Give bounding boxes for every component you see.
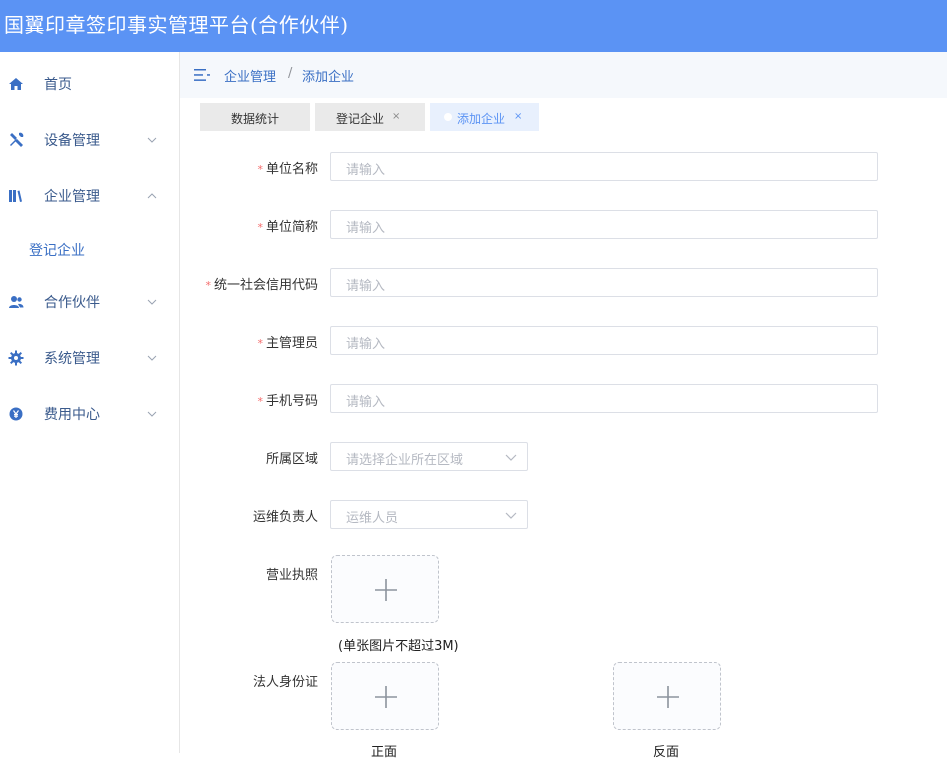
chevron-down-icon xyxy=(147,411,157,417)
gear-icon xyxy=(8,350,24,366)
sidebar-subitem-register[interactable]: 登记企业 xyxy=(0,232,179,268)
chevron-down-icon xyxy=(505,512,517,519)
plus-icon xyxy=(657,686,679,708)
tab-data-stats[interactable]: 数据统计 xyxy=(200,103,310,131)
breadcrumb-parent[interactable]: 企业管理 xyxy=(224,66,276,85)
tab-label: 登记企业 xyxy=(336,112,385,126)
book-icon xyxy=(9,190,22,202)
sidebar-item-label: 费用中心 xyxy=(44,407,100,423)
input-placeholder: 请输入 xyxy=(346,337,386,352)
admin-input[interactable]: 请输入 xyxy=(330,326,878,355)
id-card-back-caption: 反面 xyxy=(653,745,680,760)
unit-name-input[interactable]: 请输入 xyxy=(330,152,878,181)
sidebar-item-enterprise[interactable]: 企业管理 xyxy=(0,176,179,216)
sidebar-item-home[interactable]: 首页 xyxy=(0,64,179,104)
sidebar-subitem-label: 登记企业 xyxy=(29,243,85,259)
sidebar-item-label: 合作伙伴 xyxy=(44,295,100,311)
license-upload[interactable] xyxy=(331,555,439,623)
sidebar-item-devices[interactable]: 设备管理 xyxy=(0,120,179,160)
chevron-down-icon xyxy=(147,355,157,361)
chevron-down-icon xyxy=(505,454,517,461)
tab-label: 数据统计 xyxy=(231,112,280,126)
yen-icon xyxy=(9,407,23,421)
breadcrumb-separator: / xyxy=(288,66,293,81)
credit-code-input[interactable]: 请输入 xyxy=(330,268,878,297)
sidebar-item-partners[interactable]: 合作伙伴 xyxy=(0,282,179,322)
plus-icon xyxy=(375,579,397,601)
active-dot-icon xyxy=(444,113,452,121)
sidebar-item-billing[interactable]: 费用中心 xyxy=(0,394,179,434)
upload-size-note: (单张图片不超过3M) xyxy=(338,639,459,654)
top-header-bar: 国翼印章签印事实管理平台(合作伙伴) xyxy=(0,0,947,52)
sidebar-item-system[interactable]: 系统管理 xyxy=(0,338,179,378)
tab-add-enterprise[interactable]: 添加企业 × xyxy=(430,103,539,131)
id-card-label: 法人身份证 xyxy=(252,675,318,690)
select-placeholder: 运维人员 xyxy=(346,511,399,526)
unit-short-label: * 单位简称 xyxy=(257,220,318,235)
input-placeholder: 请输入 xyxy=(346,221,386,236)
plus-icon xyxy=(375,686,397,708)
input-placeholder: 请输入 xyxy=(346,395,386,410)
region-label: 所属区域 xyxy=(265,452,318,467)
ops-owner-label: 运维负责人 xyxy=(252,510,318,525)
users-icon xyxy=(9,296,24,308)
region-select[interactable]: 请选择企业所在区域 xyxy=(330,442,528,471)
tab-label: 添加企业 xyxy=(457,112,506,126)
chevron-down-icon xyxy=(147,299,157,305)
phone-input[interactable]: 请输入 xyxy=(330,384,878,413)
sidebar-item-label: 设备管理 xyxy=(44,133,100,149)
credit-code-label: * 统一社会信用代码 xyxy=(205,278,318,293)
sidebar-item-label: 企业管理 xyxy=(44,189,100,205)
input-placeholder: 请输入 xyxy=(346,279,386,294)
input-placeholder: 请输入 xyxy=(346,163,386,178)
tab-close-icon[interactable]: × xyxy=(514,111,522,122)
select-placeholder: 请选择企业所在区域 xyxy=(346,453,464,468)
unit-name-label: * 单位名称 xyxy=(257,162,318,177)
tab-register-enterprise[interactable]: 登记企业 × xyxy=(315,103,425,131)
tab-close-icon[interactable]: × xyxy=(392,111,400,122)
breadcrumb-current: 添加企业 xyxy=(302,70,355,85)
id-card-front-upload[interactable] xyxy=(331,662,439,730)
license-label: 营业执照 xyxy=(265,568,318,583)
id-card-front-caption: 正面 xyxy=(371,745,398,760)
sidebar: 首页 设备管理 企业管理 登记企业 合作伙伴 系统管理 费用中心 xyxy=(0,52,180,753)
id-card-back-upload[interactable] xyxy=(613,662,721,730)
home-icon xyxy=(9,78,23,90)
ops-owner-select[interactable]: 运维人员 xyxy=(330,500,528,529)
chevron-down-icon xyxy=(147,137,157,143)
admin-label: * 主管理员 xyxy=(257,336,318,351)
unit-short-input[interactable]: 请输入 xyxy=(330,210,878,239)
tools-icon xyxy=(10,132,24,147)
breadcrumb: 企业管理 / 添加企业 xyxy=(180,52,947,98)
app-title: 国翼印章签印事实管理平台(合作伙伴) xyxy=(4,13,349,37)
menu-toggle-icon[interactable] xyxy=(194,68,210,82)
chevron-up-icon xyxy=(147,193,157,199)
sidebar-item-label: 系统管理 xyxy=(44,351,100,367)
sidebar-item-label: 首页 xyxy=(44,77,72,93)
phone-label: * 手机号码 xyxy=(257,394,318,409)
